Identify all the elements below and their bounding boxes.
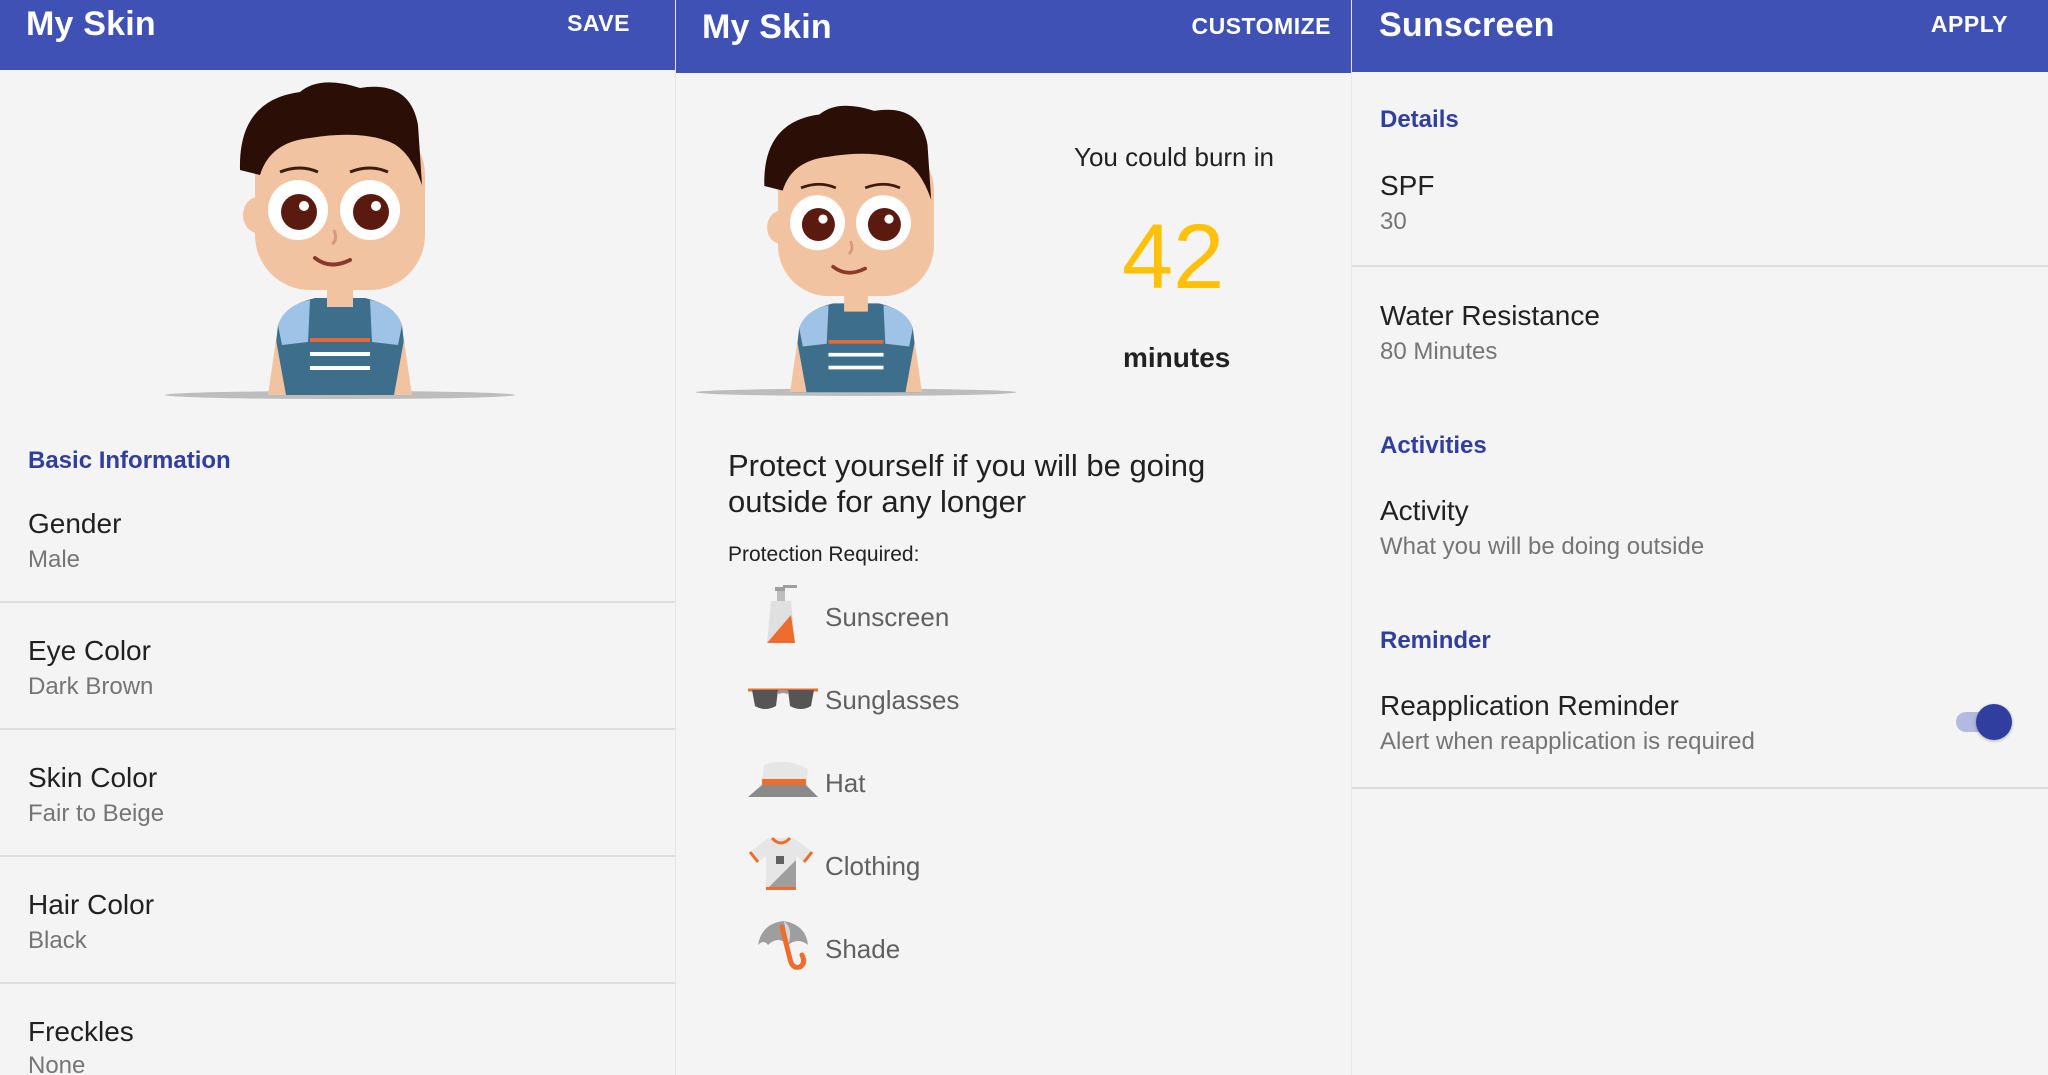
spf-value: 30 bbox=[1380, 208, 1407, 235]
hair-color-item[interactable]: Hair Color Black bbox=[0, 881, 675, 983]
water-resistance-item[interactable]: Water Resistance 80 Minutes bbox=[1352, 292, 2048, 382]
skin-color-item[interactable]: Skin Color Fair to Beige bbox=[0, 754, 675, 856]
water-resistance-value: 80 Minutes bbox=[1380, 338, 1498, 365]
skin-color-label: Skin Color bbox=[28, 762, 158, 793]
burn-intro-text: You could burn in bbox=[1074, 142, 1274, 172]
sunscreen-screen: Sunscreen APPLY Details SPF 30 Water Res… bbox=[1352, 0, 2048, 1075]
activity-value: What you will be doing outside bbox=[1380, 533, 1705, 560]
divider bbox=[0, 601, 675, 603]
activity-label: Activity bbox=[1380, 495, 1469, 526]
protection-item-sunglasses: Sunglasses bbox=[676, 668, 1076, 728]
page-title: My Skin bbox=[26, 5, 156, 43]
basic-information-header: Basic Information bbox=[28, 447, 231, 474]
eye-color-label: Eye Color bbox=[28, 635, 151, 666]
reapplication-reminder-item[interactable]: Reapplication Reminder Alert when reappl… bbox=[1352, 682, 2048, 787]
burn-time-screen: My Skin CUSTOMIZE You could burn in 42 m… bbox=[676, 0, 1351, 1075]
freckles-label: Freckles bbox=[28, 1016, 134, 1047]
shade-label: Shade bbox=[825, 934, 901, 964]
app-bar: Sunscreen APPLY bbox=[1352, 0, 2048, 72]
divider bbox=[0, 728, 675, 730]
eye-color-value: Dark Brown bbox=[28, 673, 154, 700]
page-title: Sunscreen bbox=[1379, 6, 1555, 44]
hat-icon bbox=[746, 759, 820, 808]
reminder-header: Reminder bbox=[1380, 627, 1491, 654]
umbrella-icon bbox=[754, 917, 814, 980]
apply-button[interactable]: APPLY bbox=[1931, 11, 2008, 38]
my-skin-profile-screen: My Skin SAVE Basic Information Gender Ma… bbox=[0, 0, 675, 1075]
divider bbox=[0, 855, 675, 857]
sunglasses-icon bbox=[746, 678, 820, 723]
gender-item[interactable]: Gender Male bbox=[0, 500, 675, 602]
details-header: Details bbox=[1380, 106, 1459, 133]
burn-unit-label: minutes bbox=[1123, 342, 1231, 373]
spf-label: SPF bbox=[1380, 170, 1435, 201]
page-title: My Skin bbox=[702, 8, 832, 46]
reapplication-reminder-toggle[interactable] bbox=[1952, 702, 2012, 742]
divider bbox=[0, 982, 675, 984]
protection-required-label: Protection Required: bbox=[728, 543, 920, 566]
app-bar: My Skin CUSTOMIZE bbox=[676, 0, 1351, 73]
hair-color-label: Hair Color bbox=[28, 889, 155, 920]
protection-item-clothing: Clothing bbox=[676, 834, 1076, 894]
divider bbox=[1352, 787, 2048, 789]
protect-message-line-1: Protect yourself if you will be going bbox=[728, 448, 1206, 483]
protect-message: Protect yourself if you will be going ou… bbox=[728, 448, 1205, 520]
clothing-icon bbox=[746, 834, 816, 897]
protection-item-hat: Hat bbox=[676, 751, 1076, 811]
skin-color-value: Fair to Beige bbox=[28, 800, 165, 827]
toggle-thumb bbox=[1976, 704, 2012, 740]
app-bar: My Skin SAVE bbox=[0, 0, 675, 70]
protect-message-line-2: outside for any longer bbox=[728, 484, 1027, 519]
avatar bbox=[691, 100, 1021, 405]
hat-label: Hat bbox=[825, 768, 866, 798]
water-resistance-label: Water Resistance bbox=[1380, 300, 1600, 331]
gender-label: Gender bbox=[28, 508, 122, 539]
activity-item[interactable]: Activity What you will be doing outside bbox=[1352, 487, 2048, 577]
sunscreen-icon bbox=[761, 585, 801, 650]
freckles-item[interactable]: Freckles None bbox=[0, 1008, 675, 1075]
activities-header: Activities bbox=[1380, 432, 1487, 459]
protection-item-sunscreen: Sunscreen bbox=[676, 585, 1076, 645]
protection-item-shade: Shade bbox=[676, 917, 1076, 977]
freckles-value: None bbox=[28, 1052, 86, 1075]
hair-color-value: Black bbox=[28, 927, 87, 954]
clothing-label: Clothing bbox=[825, 851, 921, 881]
avatar bbox=[160, 80, 520, 405]
save-button[interactable]: SAVE bbox=[567, 10, 630, 37]
burn-minutes-value: 42 bbox=[1122, 206, 1225, 308]
gender-value: Male bbox=[28, 546, 81, 573]
reapplication-reminder-label: Reapplication Reminder bbox=[1380, 690, 1679, 721]
sunglasses-label: Sunglasses bbox=[825, 685, 960, 715]
divider bbox=[1352, 265, 2048, 267]
reapplication-reminder-value: Alert when reapplication is required bbox=[1380, 728, 1755, 755]
sunscreen-label: Sunscreen bbox=[825, 602, 950, 632]
spf-item[interactable]: SPF 30 bbox=[1352, 160, 2048, 265]
customize-button[interactable]: CUSTOMIZE bbox=[1191, 13, 1331, 40]
eye-color-item[interactable]: Eye Color Dark Brown bbox=[0, 627, 675, 729]
